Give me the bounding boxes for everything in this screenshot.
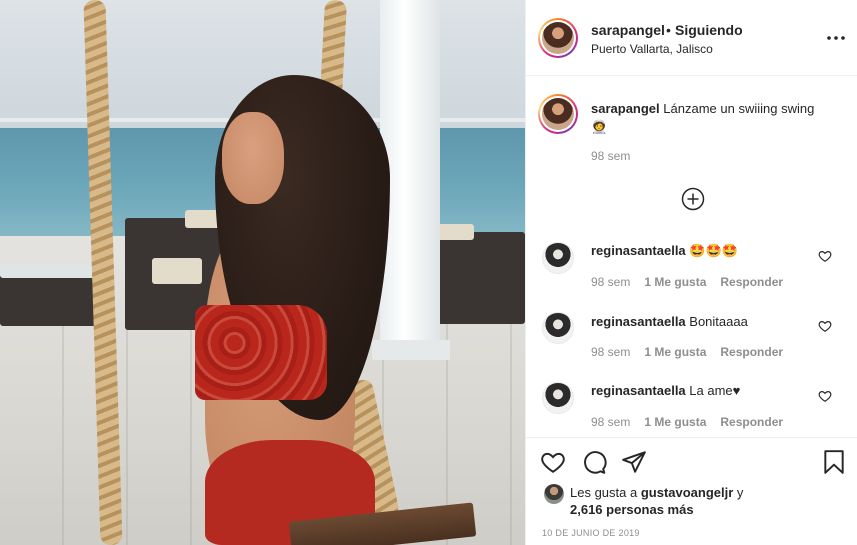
likes-joiner: y xyxy=(733,485,744,500)
comment-likes[interactable]: 1 Me gusta xyxy=(644,415,706,429)
commenter-avatar[interactable] xyxy=(542,242,574,274)
comment-body: reginasantaella 🤩🤩🤩 xyxy=(591,243,738,259)
photo-pillar-base xyxy=(372,340,450,360)
more-options-icon[interactable] xyxy=(826,28,846,48)
caption-avatar[interactable] xyxy=(538,94,578,134)
comment-like-heart-icon[interactable] xyxy=(818,249,832,263)
comment-item: reginasantaella La ame♥ 98 sem 1 Me gusta… xyxy=(526,374,857,444)
post-actions: Les gusta a gustavoangeljr y 2,616 perso… xyxy=(526,437,857,545)
comment-meta: 98 sem 1 Me gusta Responder xyxy=(591,415,783,429)
comment-meta: 98 sem 1 Me gusta Responder xyxy=(591,345,783,359)
likes-summary: Les gusta a gustavoangeljr y xyxy=(570,485,743,500)
bookmark-icon[interactable] xyxy=(821,449,847,475)
reply-button[interactable]: Responder xyxy=(720,275,783,289)
likes-count-text[interactable]: 2,616 personas más xyxy=(570,502,694,517)
likes-count[interactable]: 2,616 personas más xyxy=(570,502,694,517)
author-username[interactable]: sarapangel xyxy=(591,22,665,38)
comment-likes[interactable]: 1 Me gusta xyxy=(644,345,706,359)
liker-username[interactable]: gustavoangeljr xyxy=(641,485,733,500)
photo-sofa-right xyxy=(428,232,525,324)
comment-text: La ame♥ xyxy=(689,383,741,398)
caption: sarapangel Lánzame un swiiing swing 🧑‍🚀 xyxy=(591,100,836,136)
post-header: sarapangel • Siguiendo Puerto Vallarta, … xyxy=(526,0,857,76)
photo-person-face xyxy=(222,112,284,204)
comment-likes[interactable]: 1 Me gusta xyxy=(644,275,706,289)
commenter-avatar[interactable] xyxy=(542,382,574,414)
add-circle-icon[interactable] xyxy=(681,187,705,211)
photo-cushion xyxy=(152,258,202,284)
caption-time[interactable]: 98 sem xyxy=(591,149,630,163)
comment-text: Bonitaaaa xyxy=(689,314,748,329)
photo-bikini-top xyxy=(195,305,327,400)
author-avatar[interactable] xyxy=(538,18,578,58)
post-side-panel: sarapangel • Siguiendo Puerto Vallarta, … xyxy=(525,0,857,545)
comment-time[interactable]: 98 sem xyxy=(591,415,630,429)
comment-time[interactable]: 98 sem xyxy=(591,345,630,359)
share-icon[interactable] xyxy=(621,449,647,475)
commenter-username[interactable]: reginasantaella xyxy=(591,383,686,398)
caption-text: Lánzame un swiiing swing xyxy=(663,101,815,116)
following-button[interactable]: Siguiendo xyxy=(675,22,743,38)
reply-button[interactable]: Responder xyxy=(720,415,783,429)
caption-emoji: 🧑‍🚀 xyxy=(591,119,608,134)
comment-item: reginasantaella Bonitaaaa 98 sem 1 Me gus… xyxy=(526,304,857,374)
commenter-username[interactable]: reginasantaella xyxy=(591,243,686,258)
likes-prefix: Les gusta a xyxy=(570,485,641,500)
comment-body: reginasantaella Bonitaaaa xyxy=(591,314,748,329)
post-photo[interactable] xyxy=(0,0,525,545)
comment-body: reginasantaella La ame♥ xyxy=(591,383,740,398)
separator-dot: • xyxy=(666,22,671,38)
commenter-avatar[interactable] xyxy=(542,312,574,344)
photo-cushion xyxy=(0,264,96,278)
comment-like-heart-icon[interactable] xyxy=(818,319,832,333)
post-location[interactable]: Puerto Vallarta, Jalisco xyxy=(591,42,713,56)
post-date[interactable]: 10 DE JUNIO DE 2019 xyxy=(542,528,640,538)
caption-username[interactable]: sarapangel xyxy=(591,101,660,116)
comment-like-heart-icon[interactable] xyxy=(818,389,832,403)
comments-section: sarapangel Lánzame un swiiing swing 🧑‍🚀 … xyxy=(526,77,857,437)
comment-item: reginasantaella 🤩🤩🤩 98 sem 1 Me gusta Resp… xyxy=(526,234,857,304)
comment-time[interactable]: 98 sem xyxy=(591,275,630,289)
comment-meta: 98 sem 1 Me gusta Responder xyxy=(591,275,783,289)
comment-text: 🤩🤩🤩 xyxy=(689,243,738,258)
commenter-username[interactable]: reginasantaella xyxy=(591,314,686,329)
reply-button[interactable]: Responder xyxy=(720,345,783,359)
liker-avatar[interactable] xyxy=(544,484,564,504)
comment-icon[interactable] xyxy=(581,449,607,475)
heart-icon[interactable] xyxy=(540,449,566,475)
